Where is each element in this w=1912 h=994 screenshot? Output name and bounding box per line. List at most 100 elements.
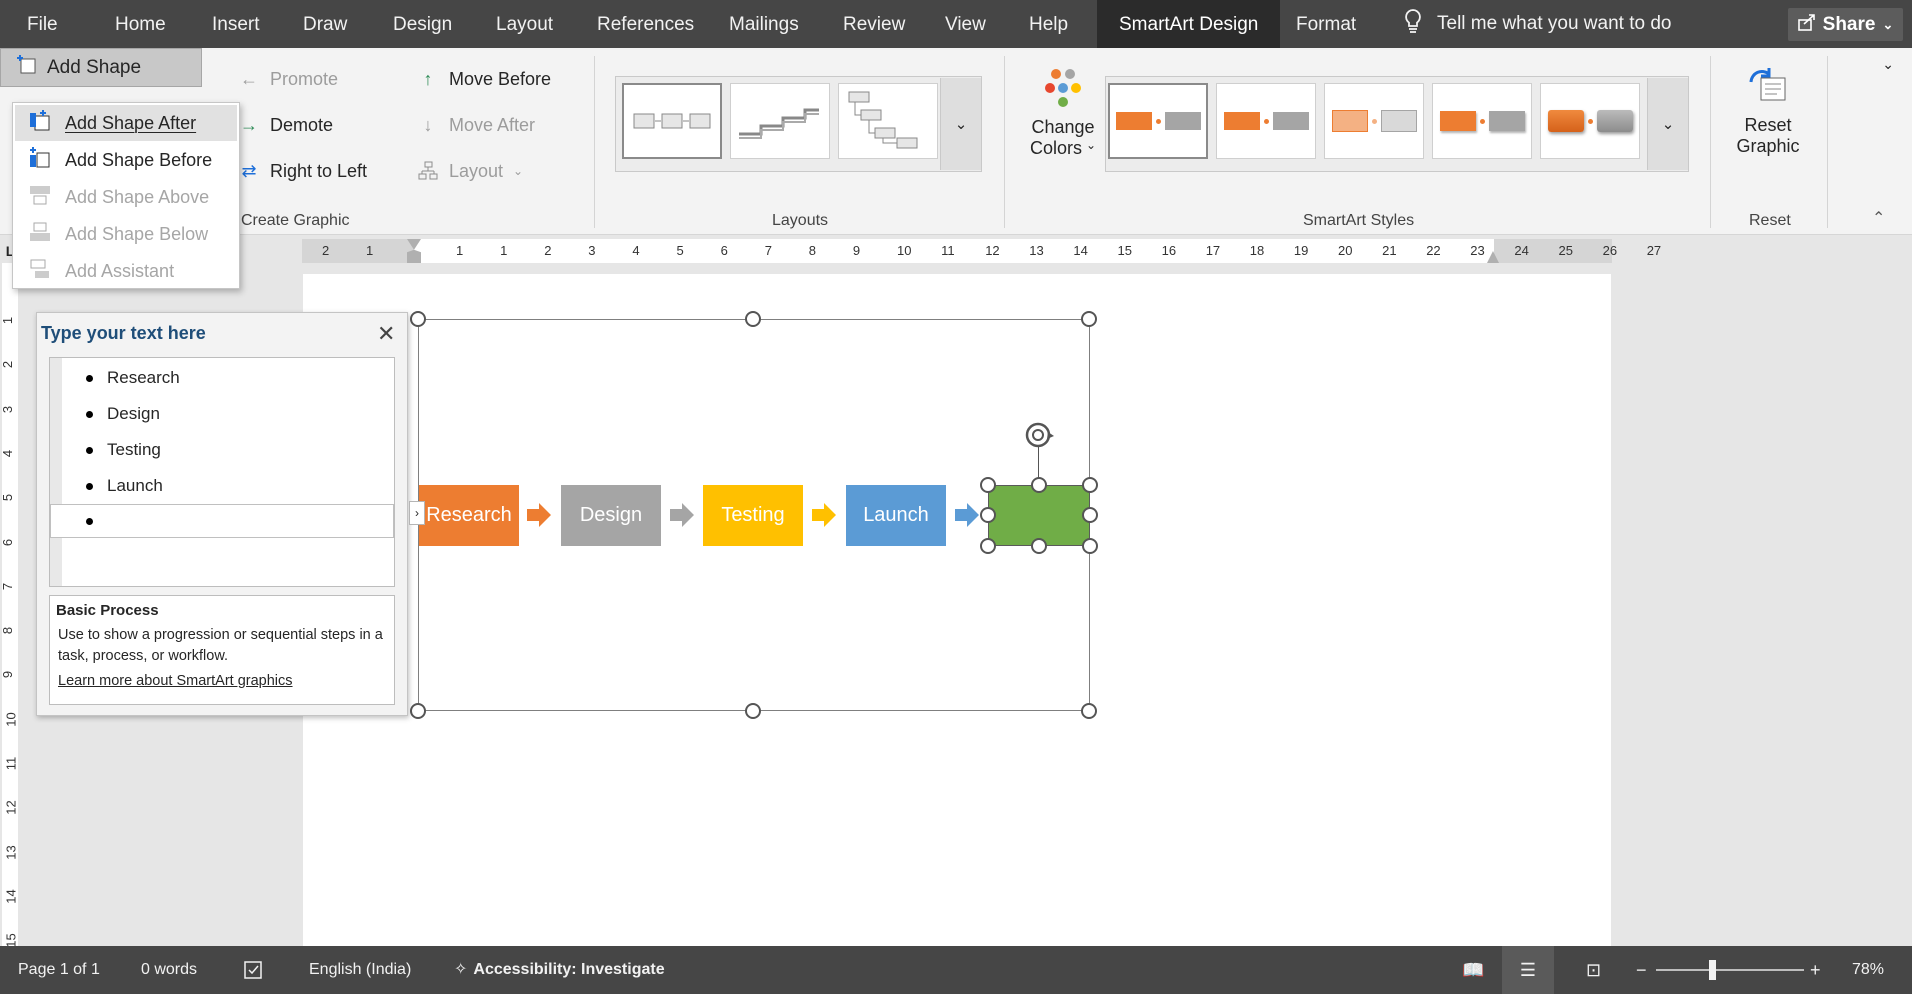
smartart-shape-new[interactable] xyxy=(988,485,1090,546)
tab-view[interactable]: View xyxy=(945,0,986,48)
layout-thumbnail-step-up[interactable] xyxy=(730,83,830,159)
ruler-tick-label: 9 xyxy=(852,243,861,258)
org-layout-icon xyxy=(417,160,439,182)
tell-me-search[interactable]: Tell me what you want to do xyxy=(1403,0,1671,48)
proofing-icon[interactable] xyxy=(243,946,265,994)
add-shape-label: Add Shape xyxy=(47,56,142,78)
horizontal-ruler[interactable]: 2 1 1 1 2 3 4 5 6 7 8 9 10 11 12 13 14 15 16 17 18 19 20 21 22 23… xyxy=(302,239,1661,263)
smartart-shape-design[interactable]: Design xyxy=(561,485,661,546)
text-pane-bullet-list[interactable]: Research Design Testing Launch xyxy=(49,357,395,587)
shape-label: Research xyxy=(426,504,512,526)
shape-resize-handle[interactable] xyxy=(980,538,996,554)
tab-format[interactable]: Format xyxy=(1296,0,1356,48)
share-icon xyxy=(1797,13,1816,37)
read-mode-icon[interactable]: 📖 xyxy=(1462,946,1484,994)
move-before-button[interactable]: ↑ Move Before xyxy=(417,68,552,90)
zoom-level[interactable]: 78% xyxy=(1852,946,1884,994)
promote-button[interactable]: ← Promote xyxy=(238,68,338,90)
resize-handle[interactable] xyxy=(745,703,761,719)
shape-resize-handle[interactable] xyxy=(980,507,996,523)
zoom-out-button[interactable]: − xyxy=(1636,946,1647,994)
menu-item-add-shape-after[interactable]: Add Shape After xyxy=(15,105,237,141)
language-indicator[interactable]: English (India) xyxy=(309,946,411,994)
layout-thumbnail-basic-process[interactable] xyxy=(622,83,722,159)
bullet-item[interactable]: Testing xyxy=(86,440,161,460)
resize-handle[interactable] xyxy=(745,311,761,327)
layout-thumbnail-hierarchy[interactable] xyxy=(838,83,938,159)
menu-item-add-shape-below[interactable]: Add Shape Below xyxy=(15,216,237,252)
smartart-shape-research[interactable]: Research xyxy=(419,485,519,546)
group-separator xyxy=(594,56,595,228)
tab-help[interactable]: Help xyxy=(1029,0,1068,48)
add-shape-button[interactable]: Add Shape ⌄ xyxy=(0,48,1894,87)
tab-layout[interactable]: Layout xyxy=(496,0,553,48)
vertical-ruler[interactable]: 1 2 3 4 5 6 7 8 9 10 11 12 13 14 15 xyxy=(0,263,20,948)
shape-resize-handle[interactable] xyxy=(1082,507,1098,523)
zoom-in-button[interactable]: + xyxy=(1810,946,1821,994)
shape-resize-handle[interactable] xyxy=(1082,538,1098,554)
chevron-down-icon: ⌄ xyxy=(954,116,968,133)
bullet-item-active[interactable] xyxy=(50,504,394,538)
add-shape-below-icon xyxy=(29,221,51,248)
tab-draw[interactable]: Draw xyxy=(303,0,347,48)
resize-handle[interactable] xyxy=(410,703,426,719)
menu-item-add-shape-before[interactable]: Add Shape Before xyxy=(15,142,237,178)
shape-resize-handle[interactable] xyxy=(1082,477,1098,493)
learn-more-link[interactable]: Learn more about SmartArt graphics xyxy=(56,673,388,689)
layouts-gallery-more-button[interactable]: ⌄ xyxy=(940,78,981,170)
layout-button[interactable]: Layout ⌄ xyxy=(417,160,523,182)
close-icon[interactable]: ✕ xyxy=(377,321,395,347)
ruler-tick-label: 2 xyxy=(0,361,16,369)
tab-file[interactable]: File xyxy=(27,0,58,48)
ruler-tick-label: 10 xyxy=(3,711,19,727)
right-to-left-button[interactable]: ⇄ Right to Left xyxy=(238,160,367,182)
style-thumbnail-intense-effect[interactable] xyxy=(1540,83,1640,159)
resize-handle[interactable] xyxy=(1081,703,1097,719)
shape-label: Design xyxy=(579,504,643,526)
tab-review[interactable]: Review xyxy=(843,0,905,48)
group-label-layouts: Layouts xyxy=(772,212,829,229)
tab-smartart-design[interactable]: SmartArt Design xyxy=(1097,0,1281,48)
shape-resize-handle[interactable] xyxy=(1031,538,1047,554)
move-after-button[interactable]: ↓ Move After xyxy=(417,114,536,136)
smartart-shape-launch[interactable]: Launch xyxy=(846,485,946,546)
chevron-right-icon[interactable]: › xyxy=(409,501,425,525)
resize-handle[interactable] xyxy=(1081,311,1097,327)
word-count[interactable]: 0 words xyxy=(141,946,197,994)
share-button[interactable]: Share ⌄ xyxy=(1788,8,1903,41)
ruler-tick-label: 19 xyxy=(1293,243,1309,258)
style-thumbnail-white-outline[interactable] xyxy=(1216,83,1316,159)
shape-resize-handle[interactable] xyxy=(1031,477,1047,493)
collapse-ribbon-icon[interactable]: ⌃ xyxy=(1872,208,1885,228)
shape-resize-handle[interactable] xyxy=(980,477,996,493)
zoom-slider-thumb[interactable] xyxy=(1709,960,1716,980)
ruler-tick-label: 1 xyxy=(0,316,16,325)
style-thumbnail-subtle-effect[interactable] xyxy=(1324,83,1424,159)
rotate-handle-icon[interactable] xyxy=(1022,418,1058,452)
tab-home[interactable]: Home xyxy=(115,0,166,48)
bullet-item[interactable]: Research xyxy=(86,368,180,388)
reset-graphic-button[interactable]: Reset Graphic xyxy=(1728,64,1808,184)
menu-item-add-shape-above[interactable]: Add Shape Above xyxy=(15,179,237,215)
resize-handle[interactable] xyxy=(410,311,426,327)
web-layout-icon[interactable]: ⊡ xyxy=(1586,946,1601,994)
tab-mailings[interactable]: Mailings xyxy=(729,0,799,48)
page-count[interactable]: Page 1 of 1 xyxy=(18,946,100,994)
accessibility-checker[interactable]: ✧ Accessibility: Investigate xyxy=(454,946,665,994)
tab-design[interactable]: Design xyxy=(393,0,452,48)
menu-item-label: Add Shape Before xyxy=(65,149,213,170)
ruler-margin-right xyxy=(1494,239,1612,263)
change-colors-button[interactable]: Change Colors ⌄ xyxy=(1022,66,1104,186)
style-thumbnail-moderate-effect[interactable] xyxy=(1432,83,1532,159)
tab-references[interactable]: References xyxy=(597,0,694,48)
tab-insert[interactable]: Insert xyxy=(212,0,260,48)
bullet-item[interactable]: Launch xyxy=(86,476,163,496)
smartart-shape-testing[interactable]: Testing xyxy=(703,485,803,546)
styles-gallery-more-button[interactable]: ⌄ xyxy=(1647,78,1688,170)
bullet-item[interactable]: Design xyxy=(86,404,160,424)
demote-button[interactable]: → Demote xyxy=(238,114,333,136)
print-layout-icon[interactable]: ☰ xyxy=(1502,946,1554,994)
menu-item-add-assistant[interactable]: Add Assistant xyxy=(15,253,237,289)
zoom-slider-track[interactable] xyxy=(1656,969,1804,971)
style-thumbnail-simple-fill[interactable] xyxy=(1108,83,1208,159)
